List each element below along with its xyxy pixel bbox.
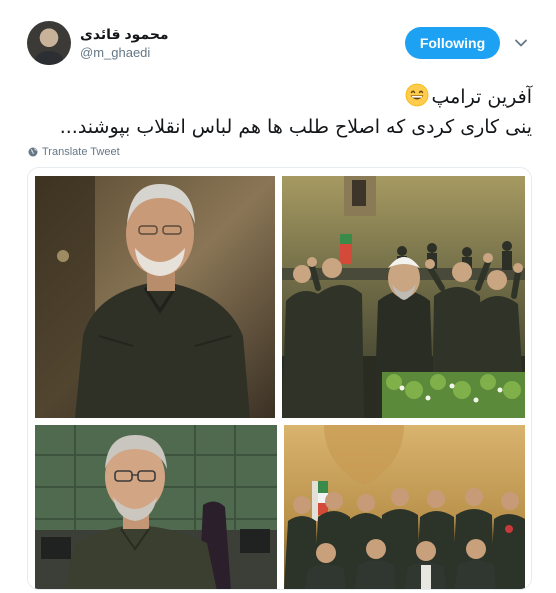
tweet-card: محمود قائدی @m_ghaedi Following آفرین تر… [0, 0, 556, 593]
tweet-line-1-text: آفرین ترامپ [431, 86, 532, 108]
photo-parliament-raised-fists[interactable] [282, 176, 525, 418]
photo-man-with-glasses-in-parliament[interactable] [35, 425, 277, 589]
photo-group-in-uniforms[interactable] [284, 425, 525, 589]
user-display-name[interactable]: محمود قائدی [80, 26, 169, 43]
avatar[interactable] [27, 21, 71, 65]
grinning-face-emoji [406, 83, 429, 107]
tweet-line-1: آفرین ترامپ [22, 82, 532, 112]
following-button[interactable]: Following [405, 27, 500, 59]
translate-tweet-link[interactable]: Translate Tweet [28, 146, 120, 158]
globe-icon [28, 147, 38, 157]
chevron-down-icon[interactable] [514, 36, 528, 50]
user-handle[interactable]: @m_ghaedi [80, 45, 150, 60]
photo-grey-haired-man-in-uniform[interactable] [35, 176, 275, 418]
translate-tweet-label: Translate Tweet [42, 146, 120, 158]
media-grid [27, 167, 532, 590]
tweet-line-2: ینی کاری کردی که اصلاح طلب ها هم لباس ان… [59, 116, 532, 138]
tweet-text: آفرین ترامپ ینی کاری کردی که اصلاح طلب ه… [22, 82, 532, 142]
